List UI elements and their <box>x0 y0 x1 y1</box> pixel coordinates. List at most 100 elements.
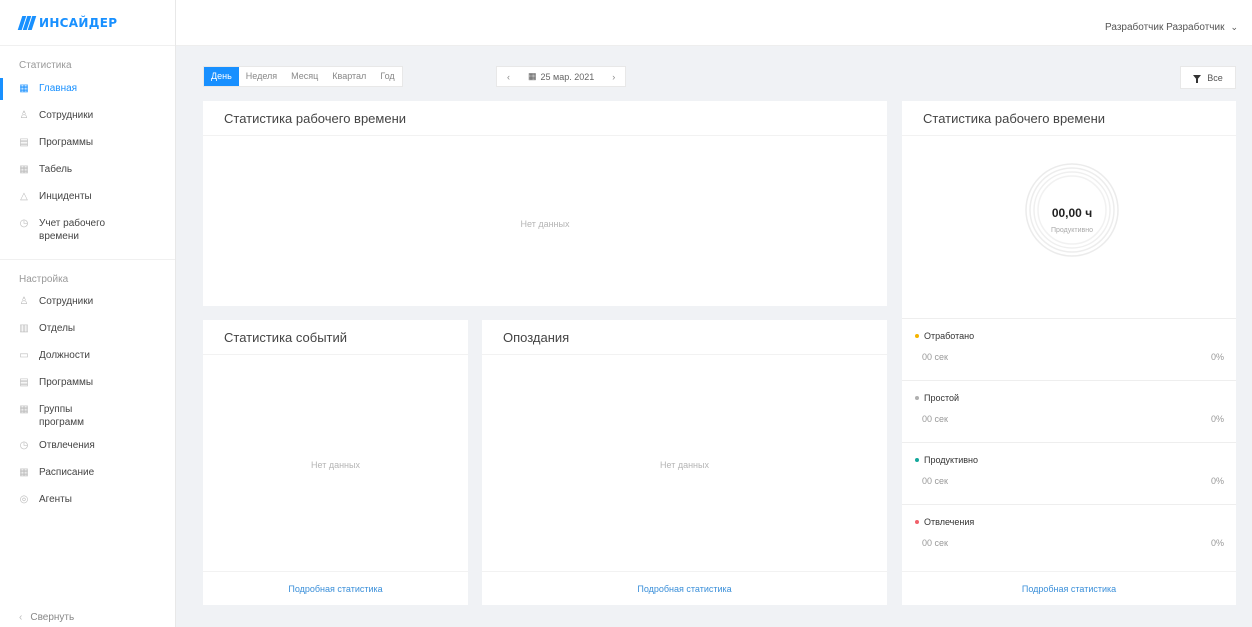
donut-value: 00,00 ч <box>1051 206 1093 220</box>
empty-state: Нет данных <box>520 219 570 229</box>
sidebar-item-timesheet[interactable]: ▦ Табель <box>0 163 175 190</box>
legend-time: 00 сек <box>922 476 948 486</box>
legend-percent: 0% <box>1210 476 1224 486</box>
period-month[interactable]: Месяц <box>284 67 325 86</box>
table-icon: ▦ <box>19 164 29 175</box>
building-icon: ▥ <box>19 323 29 334</box>
filter-icon <box>1193 75 1202 83</box>
sidebar-item-label: Сотрудники <box>39 110 94 121</box>
collapse-label: Свернуть <box>30 612 75 623</box>
user-menu[interactable]: Разработчик Разработчик ⌄ <box>1105 22 1238 33</box>
user-icon: ♙ <box>19 296 29 307</box>
sidebar-item-settings-employees[interactable]: ♙ Сотрудники <box>0 295 175 322</box>
sidebar-item-distractions[interactable]: ◷ Отвлечения <box>0 439 175 466</box>
sidebar-item-dashboard[interactable]: ▦ Главная <box>0 78 175 109</box>
period-day[interactable]: День <box>204 67 239 86</box>
logo[interactable]: ИНСАЙДЕР <box>0 0 175 46</box>
sidebar-item-label: Инциденты <box>39 191 92 202</box>
date-picker: ‹ ▦ 25 мар. 2021 › <box>496 66 627 87</box>
sidebar-item-settings-programs[interactable]: ▤ Программы <box>0 376 175 403</box>
sidebar-item-positions[interactable]: ▭ Должности <box>0 349 175 376</box>
prev-date-button[interactable]: ‹ <box>497 72 520 82</box>
sidebar-item-label: Главная <box>39 83 78 94</box>
agent-icon: ◎ <box>19 494 29 505</box>
detailed-stats-link[interactable]: Подробная статистика <box>203 571 468 605</box>
legend-dot <box>915 458 919 462</box>
legend-name: Продуктивно <box>924 455 978 465</box>
sidebar-item-schedule[interactable]: ▦ Расписание <box>0 466 175 493</box>
period-selector: День Неделя Месяц Квартал Год <box>203 66 403 87</box>
legend-dot <box>915 520 919 524</box>
period-year[interactable]: Год <box>373 67 401 86</box>
filter-label: Все <box>1207 72 1223 83</box>
late-arrivals-card: Опоздания Нет данных Подробная статистик… <box>482 320 887 605</box>
card-title: Статистика событий <box>203 320 468 355</box>
sidebar-item-label: Отвлечения <box>39 440 95 451</box>
sidebar-item-departments[interactable]: ▥ Отделы <box>0 322 175 349</box>
date-field[interactable]: ▦ 25 мар. 2021 <box>520 71 602 82</box>
legend-dot <box>915 396 919 400</box>
collapse-sidebar-button[interactable]: ‹ Свернуть <box>19 612 74 623</box>
sidebar-item-employees[interactable]: ♙ Сотрудники <box>0 109 175 136</box>
date-value: 25 мар. 2021 <box>540 71 595 82</box>
sidebar-item-programs[interactable]: ▤ Программы <box>0 136 175 163</box>
dashboard-icon: ▦ <box>19 83 29 94</box>
sidebar-item-program-groups[interactable]: ▦ Группы программ <box>0 403 175 439</box>
empty-state: Нет данных <box>311 460 360 470</box>
work-time-card: Статистика рабочего времени Нет данных <box>203 101 887 306</box>
card-title: Опоздания <box>482 320 887 355</box>
sidebar-item-label: Отделы <box>39 323 76 334</box>
user-name: Разработчик Разработчик <box>1105 22 1225 33</box>
sidebar-item-label: Программы <box>39 137 94 148</box>
donut-label: Продуктивно <box>1051 227 1093 234</box>
legend-time: 00 сек <box>922 538 948 548</box>
sidebar-item-agents[interactable]: ◎ Агенты <box>0 493 175 520</box>
filter-button[interactable]: Все <box>1180 66 1236 89</box>
next-date-button[interactable]: › <box>602 72 625 82</box>
window-icon: ▤ <box>19 377 29 388</box>
calendar-icon: ▦ <box>528 71 537 81</box>
sidebar-item-label: Группы программ <box>39 404 85 428</box>
sidebar: ИНСАЙДЕР Статистика ▦ Главная ♙ Сотрудни… <box>0 0 176 627</box>
sidebar-item-incidents[interactable]: △ Инциденты <box>0 190 175 217</box>
legend-row-productive: Продуктивно 00 сек 0% <box>902 442 1236 504</box>
logo-text: ИНСАЙДЕР <box>39 15 118 30</box>
donut-center: 00,00 ч Продуктивно <box>1024 162 1120 258</box>
legend-time: 00 сек <box>922 414 948 424</box>
period-week[interactable]: Неделя <box>239 67 284 86</box>
warning-icon: △ <box>20 191 28 202</box>
detailed-stats-link[interactable]: Подробная статистика <box>902 571 1236 605</box>
sidebar-item-label: Сотрудники <box>39 296 94 307</box>
user-icon: ♙ <box>19 110 29 121</box>
card-title: Статистика рабочего времени <box>203 101 887 136</box>
card-title: Статистика рабочего времени <box>902 101 1236 136</box>
legend-name: Отвлечения <box>924 517 975 527</box>
sidebar-item-label: Должности <box>39 350 91 361</box>
id-card-icon: ▭ <box>19 350 29 361</box>
period-quarter[interactable]: Квартал <box>325 67 373 86</box>
detailed-stats-link[interactable]: Подробная статистика <box>482 571 887 605</box>
top-bar: Разработчик Разработчик ⌄ <box>176 0 1252 46</box>
section-title-settings: Настройка <box>0 259 175 295</box>
sidebar-item-time-tracking[interactable]: ◷ Учет рабочего времени <box>0 217 175 253</box>
legend-percent: 0% <box>1210 352 1224 362</box>
legend-row-idle: Простой 00 сек 0% <box>902 380 1236 442</box>
legend-name: Простой <box>924 393 960 403</box>
sidebar-item-label: Агенты <box>39 494 72 505</box>
window-icon: ▤ <box>19 137 29 148</box>
sidebar-item-label: Программы <box>39 377 94 388</box>
legend-row-worked: Отработано 00 сек 0% <box>902 318 1236 380</box>
logo-icon <box>17 15 37 30</box>
legend-row-distractions: Отвлечения 00 сек 0% <box>902 504 1236 566</box>
legend-time: 00 сек <box>922 352 948 362</box>
chevron-left-icon: ‹ <box>19 612 23 623</box>
calendar-icon: ▦ <box>19 467 29 478</box>
legend-dot <box>915 334 919 338</box>
legend-percent: 0% <box>1210 414 1224 424</box>
grid-icon: ▦ <box>19 404 29 415</box>
legend-name: Отработано <box>924 331 975 341</box>
empty-state: Нет данных <box>660 460 709 470</box>
clock-icon: ◷ <box>19 218 29 229</box>
legend-percent: 0% <box>1210 538 1224 548</box>
sidebar-item-label: Расписание <box>39 467 95 478</box>
